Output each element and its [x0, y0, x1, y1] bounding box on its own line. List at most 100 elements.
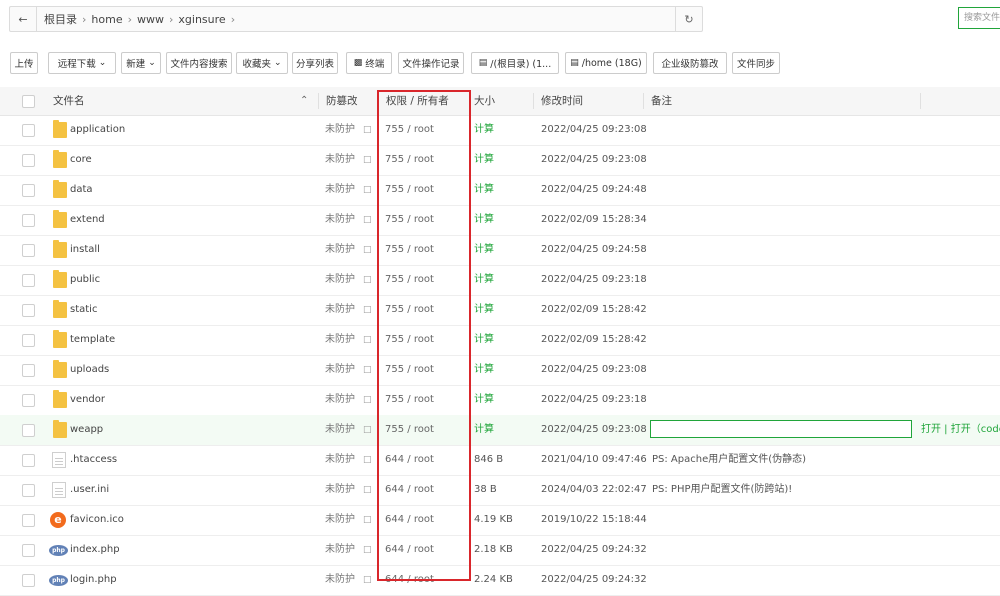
row-checkbox[interactable] [22, 544, 35, 557]
file-size[interactable]: 计算 [474, 175, 494, 205]
table-row[interactable]: core 未防护 □ 755 / root 计算 2022/04/25 09:23:08 [0, 145, 1000, 176]
permission-owner[interactable]: 755 / root [385, 355, 434, 385]
header-remark[interactable]: 备注 [651, 87, 672, 115]
file-name[interactable]: application [70, 115, 125, 145]
file-size[interactable]: 计算 [474, 145, 494, 175]
row-checkbox[interactable] [22, 514, 35, 527]
enterprise-protect-button[interactable]: 企业级防篡改 [653, 52, 727, 74]
upload-button[interactable]: 上传 [10, 52, 38, 74]
protect-status[interactable]: 未防护 □ [325, 355, 372, 385]
breadcrumb-item-home[interactable]: home [91, 13, 122, 26]
file-name[interactable]: login.php [70, 565, 117, 595]
permission-owner[interactable]: 755 / root [385, 295, 434, 325]
row-checkbox[interactable] [22, 274, 35, 287]
protect-status[interactable]: 未防护 □ [325, 265, 372, 295]
row-checkbox[interactable] [22, 454, 35, 467]
protect-status[interactable]: 未防护 □ [325, 475, 372, 505]
table-row[interactable]: php index.php 未防护 □ 644 / root 2.18 KB 2022/04… [0, 535, 1000, 566]
table-row[interactable]: .htaccess 未防护 □ 644 / root 846 B 2021/04/10 0… [0, 445, 1000, 476]
breadcrumb-item-www[interactable]: www [137, 13, 164, 26]
refresh-button[interactable]: ↻ [675, 7, 702, 31]
row-checkbox[interactable] [22, 394, 35, 407]
content-search-button[interactable]: 文件内容搜索 [166, 52, 232, 74]
file-name[interactable]: data [70, 175, 93, 205]
header-protect[interactable]: 防篡改 [326, 87, 358, 115]
file-name[interactable]: extend [70, 205, 105, 235]
permission-owner[interactable]: 755 / root [385, 145, 434, 175]
chevron-up-icon[interactable]: ⌃ [300, 87, 308, 115]
file-name[interactable]: .user.ini [70, 475, 109, 505]
back-button[interactable]: ← [10, 7, 37, 31]
table-row[interactable]: weapp 未防护 □ 755 / root 计算 2022/04/25 09:23:08… [0, 415, 1000, 446]
file-size[interactable]: 计算 [474, 295, 494, 325]
file-name[interactable]: index.php [70, 535, 120, 565]
file-size[interactable]: 计算 [474, 415, 494, 445]
row-checkbox[interactable] [22, 334, 35, 347]
table-row[interactable]: uploads 未防护 □ 755 / root 计算 2022/04/25 09:23:… [0, 355, 1000, 386]
remote-download-button[interactable]: 远程下载 ⌄ [48, 52, 116, 74]
file-name[interactable]: .htaccess [70, 445, 117, 475]
file-size[interactable]: 计算 [474, 385, 494, 415]
row-checkbox[interactable] [22, 244, 35, 257]
file-size[interactable]: 计算 [474, 235, 494, 265]
permission-owner[interactable]: 755 / root [385, 265, 434, 295]
file-size[interactable]: 计算 [474, 115, 494, 145]
favorites-button[interactable]: 收藏夹 ⌄ [236, 52, 288, 74]
row-checkbox[interactable] [22, 214, 35, 227]
table-row[interactable]: template 未防护 □ 755 / root 计算 2022/02/09 15:28… [0, 325, 1000, 356]
file-sync-button[interactable]: 文件同步 [732, 52, 780, 74]
permission-owner[interactable]: 644 / root [385, 565, 434, 595]
breadcrumb-item-root[interactable]: 根目录 [44, 11, 77, 27]
permission-owner[interactable]: 644 / root [385, 445, 434, 475]
file-name[interactable]: public [70, 265, 100, 295]
header-mtime[interactable]: 修改时间 [541, 87, 583, 115]
table-row[interactable]: data 未防护 □ 755 / root 计算 2022/04/25 09:24:48 [0, 175, 1000, 206]
open-actions[interactable]: 打开 | 打开（code- [921, 415, 1000, 445]
protect-status[interactable]: 未防护 □ [325, 565, 372, 595]
table-row[interactable]: extend 未防护 □ 755 / root 计算 2022/02/09 15:28:3… [0, 205, 1000, 236]
new-button[interactable]: 新建 ⌄ [121, 52, 161, 74]
protect-status[interactable]: 未防护 □ [325, 205, 372, 235]
file-name[interactable]: weapp [70, 415, 103, 445]
file-name[interactable]: favicon.ico [70, 505, 124, 535]
table-row[interactable]: install 未防护 □ 755 / root 计算 2022/04/25 09:24:… [0, 235, 1000, 266]
table-row[interactable]: vendor 未防护 □ 755 / root 计算 2022/04/25 09:23:1… [0, 385, 1000, 416]
protect-status[interactable]: 未防护 □ [325, 145, 372, 175]
terminal-button[interactable]: ▩ 终端 [346, 52, 392, 74]
protect-status[interactable]: 未防护 □ [325, 235, 372, 265]
permission-owner[interactable]: 644 / root [385, 475, 434, 505]
remark-input[interactable] [650, 420, 912, 438]
permission-owner[interactable]: 644 / root [385, 505, 434, 535]
file-size[interactable]: 计算 [474, 355, 494, 385]
permission-owner[interactable]: 755 / root [385, 325, 434, 355]
protect-status[interactable]: 未防护 □ [325, 115, 372, 145]
row-checkbox[interactable] [22, 364, 35, 377]
operation-log-button[interactable]: 文件操作记录 [398, 52, 464, 74]
file-size[interactable]: 计算 [474, 205, 494, 235]
protect-status[interactable]: 未防护 □ [325, 325, 372, 355]
row-checkbox[interactable] [22, 184, 35, 197]
protect-status[interactable]: 未防护 □ [325, 295, 372, 325]
row-checkbox[interactable] [22, 424, 35, 437]
table-row[interactable]: .user.ini 未防护 □ 644 / root 38 B 2024/04/03 22… [0, 475, 1000, 506]
protect-status[interactable]: 未防护 □ [325, 415, 372, 445]
protect-status[interactable]: 未防护 □ [325, 445, 372, 475]
file-name[interactable]: vendor [70, 385, 105, 415]
table-row[interactable]: e favicon.ico 未防护 □ 644 / root 4.19 KB 2019/10… [0, 505, 1000, 536]
header-perm[interactable]: 权限 / 所有者 [386, 87, 449, 115]
breadcrumb-item-xginsure[interactable]: xginsure [178, 13, 225, 26]
protect-status[interactable]: 未防护 □ [325, 505, 372, 535]
permission-owner[interactable]: 755 / root [385, 385, 434, 415]
permission-owner[interactable]: 755 / root [385, 115, 434, 145]
permission-owner[interactable]: 755 / root [385, 235, 434, 265]
table-row[interactable]: php login.php 未防护 □ 644 / root 2.24 KB 2022/04… [0, 565, 1000, 596]
select-all-checkbox[interactable] [22, 95, 35, 108]
row-checkbox[interactable] [22, 484, 35, 497]
row-checkbox[interactable] [22, 574, 35, 587]
disk-home-button[interactable]: ▤/home (18G) [565, 52, 647, 74]
row-checkbox[interactable] [22, 124, 35, 137]
file-size[interactable]: 计算 [474, 325, 494, 355]
header-name[interactable]: 文件名 [53, 87, 85, 115]
permission-owner[interactable]: 755 / root [385, 175, 434, 205]
row-checkbox[interactable] [22, 304, 35, 317]
